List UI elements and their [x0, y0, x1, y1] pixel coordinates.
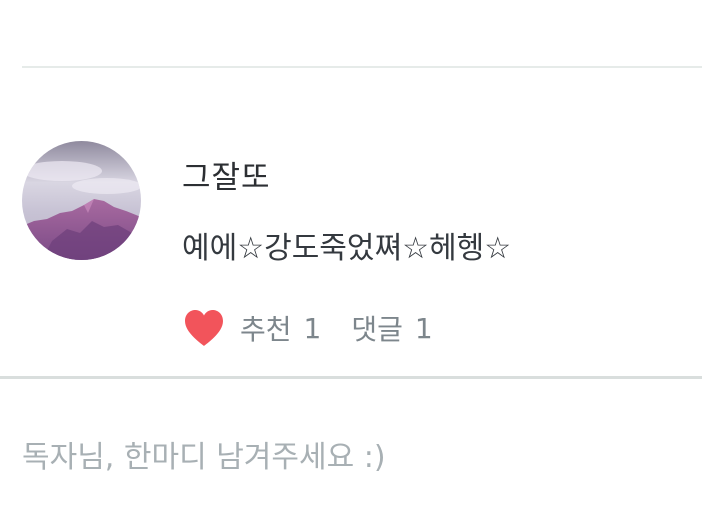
reply-button[interactable]: 댓글 1 [351, 308, 432, 348]
comment-input[interactable] [22, 432, 682, 482]
comment-section: 그잘또 예에☆강도죽었쪄☆헤헹☆ 추천 1 댓글 1 [0, 0, 702, 527]
avatar-image [22, 141, 141, 260]
bottom-divider [0, 376, 702, 379]
top-divider [22, 66, 702, 68]
heart-icon [182, 308, 226, 348]
reply-label: 댓글 [351, 313, 403, 346]
like-button[interactable]: 추천 1 [182, 308, 321, 348]
like-count: 1 [303, 311, 322, 345]
comment-text: 예에☆강도죽었쪄☆헤헹☆ [182, 231, 512, 266]
like-label: 추천 [240, 313, 292, 346]
reply-count: 1 [414, 311, 433, 345]
avatar[interactable] [22, 141, 141, 260]
author-name[interactable]: 그잘또 [182, 152, 271, 197]
comment-actions: 추천 1 댓글 1 [182, 306, 433, 350]
